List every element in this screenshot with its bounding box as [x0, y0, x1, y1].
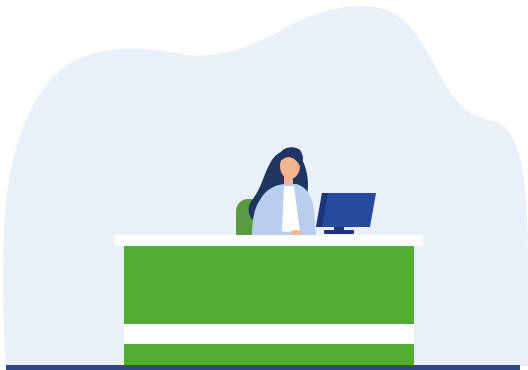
floor-line [6, 365, 520, 370]
desk-stripe [124, 324, 414, 344]
illustration-canvas [3, 6, 528, 370]
desk-front [124, 244, 414, 368]
desk-top [115, 235, 423, 246]
receptionist-illustration [0, 0, 528, 370]
reception-desk-icon [115, 235, 423, 368]
